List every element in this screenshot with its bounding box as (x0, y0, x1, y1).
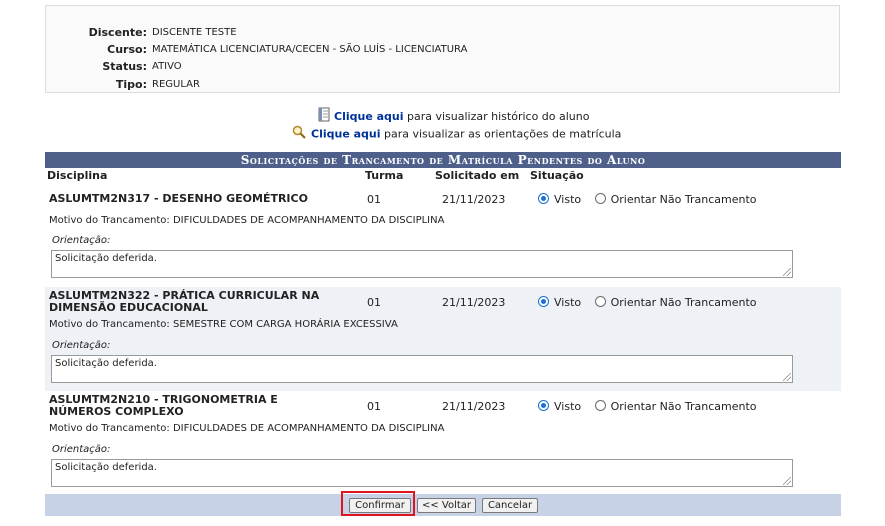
student-info-box: Discente: DISCENTE TESTE Curso: MATEMÁTI… (45, 5, 840, 93)
resize-grip-icon[interactable] (783, 477, 791, 485)
turma-value: 01 (367, 193, 381, 206)
resize-grip-icon[interactable] (783, 268, 791, 276)
situacao-options: Visto Orientar Não Trancamento (538, 400, 757, 413)
tipo-row: Tipo: REGULAR (46, 77, 839, 93)
solicitado-date: 21/11/2023 (442, 296, 506, 309)
status-value: ATIVO (152, 61, 182, 72)
panel-title: Solicitações de Trancamento de Matrícula… (45, 152, 841, 168)
table-row: ASLUMTM2N322 - PRÁTICA CURRICULAR NA DIM… (45, 287, 841, 391)
orientar-label: Orientar Não Trancamento (610, 193, 757, 206)
curso-label: Curso: (107, 43, 147, 56)
discente-value: DISCENTE TESTE (152, 27, 237, 38)
discente-label: Discente: (88, 26, 147, 39)
orientacao-textarea[interactable]: Solicitação deferida. (51, 459, 793, 487)
orientacao-label: Orientação: (52, 340, 111, 351)
visto-radio[interactable] (538, 193, 549, 204)
col-situacao: Situação (530, 169, 584, 182)
voltar-button[interactable]: << Voltar (417, 498, 476, 513)
visto-radio[interactable] (538, 400, 549, 411)
document-icon[interactable] (318, 107, 330, 127)
motivo-text: Motivo do Trancamento: SEMESTRE COM CARG… (49, 319, 398, 330)
orientar-label: Orientar Não Trancamento (610, 296, 757, 309)
visto-label: Visto (554, 193, 582, 206)
orientacao-textarea[interactable]: Solicitação deferida. (51, 250, 793, 278)
magnifier-icon[interactable] (292, 125, 307, 144)
situacao-options: Visto Orientar Não Trancamento (538, 296, 757, 309)
curso-value: MATEMÁTICA LICENCIATURA/CECEN - SÃO LUÍS… (152, 44, 468, 55)
historico-link-line: Clique aqui para visualizar histórico do… (318, 107, 589, 123)
disciplina-name: ASLUMTM2N322 - PRÁTICA CURRICULAR NA DIM… (49, 289, 320, 314)
turma-value: 01 (367, 400, 381, 413)
motivo-value: DIFICULDADES DE ACOMPANHAMENTO DA DISCIP… (172, 215, 445, 226)
solicitacoes-panel: Solicitações de Trancamento de Matrícula… (45, 152, 841, 516)
visto-label: Visto (554, 400, 582, 413)
col-turma: Turma (365, 169, 404, 182)
orientar-radio[interactable] (594, 193, 606, 204)
historico-text: para visualizar histórico do aluno (403, 110, 590, 123)
historico-link[interactable]: Clique aqui (334, 110, 404, 123)
resize-grip-icon[interactable] (783, 373, 791, 381)
visto-label: Visto (554, 296, 582, 309)
button-bar: Confirmar << Voltar Cancelar (45, 491, 841, 516)
orientacao-label: Orientação: (52, 444, 111, 455)
orientacoes-text: para visualizar as orientações de matríc… (380, 127, 622, 141)
motivo-prefix: Motivo do Trancamento: (49, 319, 173, 330)
motivo-value: SEMESTRE COM CARGA HORÁRIA EXCESSIVA (172, 319, 398, 330)
orientacao-value: Solicitação deferida. (55, 253, 157, 264)
col-disciplina: Disciplina (47, 169, 108, 182)
turma-value: 01 (367, 296, 381, 309)
motivo-text: Motivo do Trancamento: DIFICULDADES DE A… (49, 215, 444, 226)
orientacao-textarea[interactable]: Solicitação deferida. (51, 355, 793, 383)
situacao-options: Visto Orientar Não Trancamento (538, 193, 757, 206)
orientacao-label: Orientação: (52, 235, 111, 246)
orientar-radio[interactable] (594, 296, 606, 307)
visto-radio[interactable] (538, 296, 549, 307)
orientacao-value: Solicitação deferida. (55, 358, 157, 369)
orientar-radio[interactable] (594, 400, 606, 411)
status-label: Status: (102, 60, 147, 73)
solicitado-date: 21/11/2023 (442, 400, 506, 413)
col-solicitado-em: Solicitado em (435, 169, 520, 182)
table-row: ASLUMTM2N210 - TRIGONOMETRIA E NÚMEROS C… (45, 391, 841, 494)
cancelar-button[interactable]: Cancelar (482, 498, 538, 513)
table-row: ASLUMTM2N317 - DESENHO GEOMÉTRICO 01 21/… (45, 184, 841, 287)
status-row: Status: ATIVO (46, 59, 839, 75)
curso-row: Curso: MATEMÁTICA LICENCIATURA/CECEN - S… (46, 42, 839, 58)
discente-row: Discente: DISCENTE TESTE (46, 25, 839, 41)
disciplina-name: ASLUMTM2N210 - TRIGONOMETRIA E NÚMEROS C… (49, 393, 278, 418)
disciplina-name: ASLUMTM2N317 - DESENHO GEOMÉTRICO (49, 192, 308, 205)
motivo-value: DIFICULDADES DE ACOMPANHAMENTO DA DISCIP… (172, 423, 445, 434)
confirmar-button[interactable]: Confirmar (349, 498, 411, 513)
motivo-text: Motivo do Trancamento: DIFICULDADES DE A… (49, 423, 444, 434)
orientacao-value: Solicitação deferida. (55, 462, 157, 473)
tipo-value: REGULAR (152, 79, 200, 90)
motivo-prefix: Motivo do Trancamento: (49, 215, 173, 226)
solicitado-date: 21/11/2023 (442, 193, 506, 206)
tipo-label: Tipo: (115, 78, 147, 91)
motivo-prefix: Motivo do Trancamento: (49, 423, 173, 434)
orientacoes-link-line: Clique aqui para visualizar as orientaçõ… (292, 125, 621, 141)
orientar-label: Orientar Não Trancamento (610, 400, 757, 413)
orientacoes-link[interactable]: Clique aqui (311, 128, 381, 141)
